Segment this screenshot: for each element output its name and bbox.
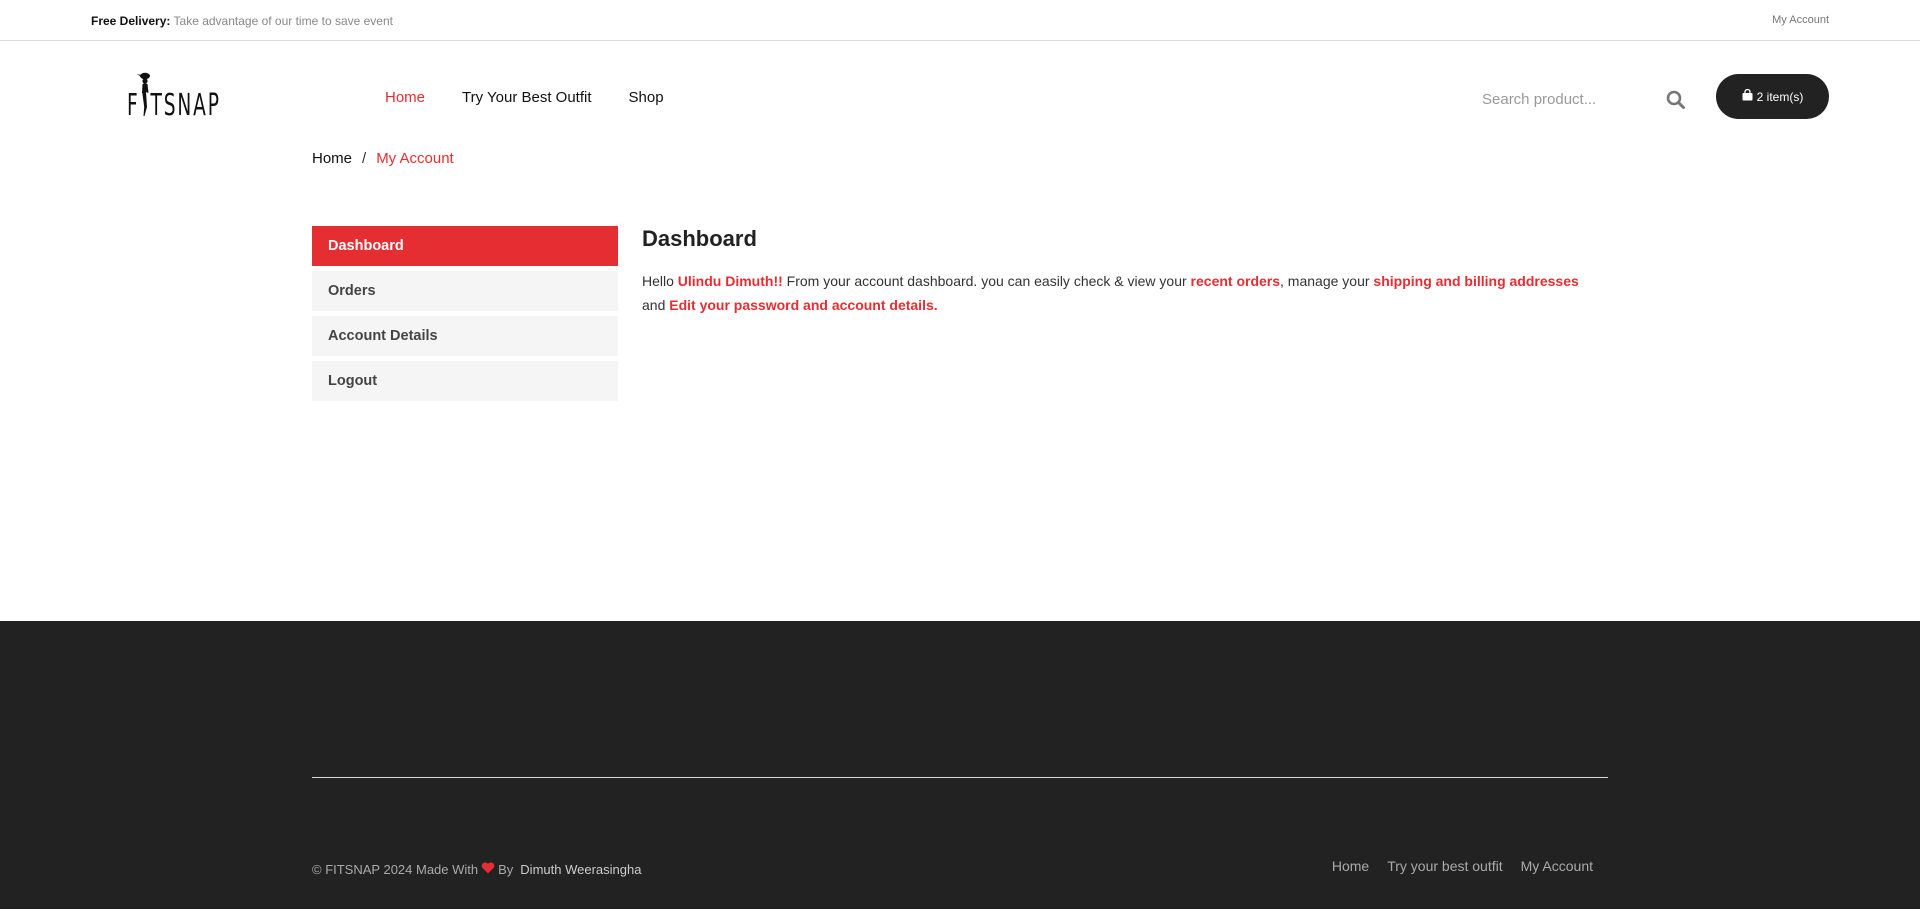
author-name: Dimuth Weerasingha <box>520 862 642 877</box>
sidebar-item-logout[interactable]: Logout <box>312 361 618 401</box>
dashboard-welcome-text: Hello Ulindu Dimuth!! From your account … <box>642 269 1592 317</box>
addresses-link[interactable]: shipping and billing addresses <box>1373 273 1578 289</box>
footer-link-home[interactable]: Home <box>1332 858 1369 874</box>
dashboard-panel: Dashboard Hello Ulindu Dimuth!! From you… <box>642 226 1592 317</box>
dashboard-text-2: , manage your <box>1280 273 1370 289</box>
cart-button[interactable]: 2 item(s) <box>1716 74 1829 119</box>
breadcrumb: Home / My Account <box>312 150 454 167</box>
nav-try-your-best-outfit[interactable]: Try Your Best Outfit <box>462 89 592 106</box>
footer-divider <box>312 777 1608 778</box>
fitsnap-logo[interactable]: F TSNAP <box>127 71 219 119</box>
by-text: By <box>498 862 514 877</box>
sidebar-item-account-details[interactable]: Account Details <box>312 316 618 356</box>
search-input[interactable] <box>1482 87 1652 111</box>
svg-text:TSNAP: TSNAP <box>150 87 219 119</box>
site-footer: © FITSNAP 2024 Made With By Dimuth Weera… <box>0 621 1920 909</box>
breadcrumb-separator: / <box>362 150 367 167</box>
breadcrumb-home[interactable]: Home <box>312 150 352 167</box>
site-header: F TSNAP Home Try Your Best Outfit Shop 2… <box>0 41 1920 151</box>
recent-orders-link[interactable]: recent orders <box>1191 273 1280 289</box>
search-box <box>1482 87 1692 113</box>
nav-home[interactable]: Home <box>385 89 425 106</box>
breadcrumb-current: My Account <box>376 150 454 167</box>
search-icon[interactable] <box>1665 89 1687 111</box>
footer-link-try-your-best-outfit[interactable]: Try your best outfit <box>1387 858 1502 874</box>
nav-shop[interactable]: Shop <box>629 89 664 106</box>
account-details-link[interactable]: Edit your password and account details. <box>669 297 937 313</box>
free-delivery-label: Free Delivery: <box>91 14 171 28</box>
page-title: Dashboard <box>642 226 757 251</box>
free-delivery-notice: Free Delivery: Take advantage of our tim… <box>91 14 393 28</box>
dashboard-text-1: From your account dashboard. you can eas… <box>786 273 1187 289</box>
sidebar-item-orders[interactable]: Orders <box>312 271 618 311</box>
logo-mark: F TSNAP <box>127 72 219 119</box>
heart-icon <box>481 862 495 877</box>
free-delivery-text: Take advantage of our time to save event <box>173 14 393 28</box>
user-name: Ulindu Dimuth!! <box>677 273 783 289</box>
cart-count-label: 2 item(s) <box>1756 89 1804 104</box>
account-sidebar: Dashboard Orders Account Details Logout <box>312 226 618 406</box>
main-nav: Home Try Your Best Outfit Shop <box>385 89 664 106</box>
copyright-text: © FITSNAP 2024 Made With <box>312 862 479 877</box>
shopping-bag-icon <box>1742 88 1753 104</box>
footer-copyright: © FITSNAP 2024 Made With By Dimuth Weera… <box>312 862 641 877</box>
svg-text:F: F <box>127 87 138 119</box>
top-bar: Free Delivery: Take advantage of our tim… <box>0 0 1920 41</box>
footer-links: Home Try your best outfit My Account <box>1332 858 1593 874</box>
sidebar-item-dashboard[interactable]: Dashboard <box>312 226 618 266</box>
hello-text: Hello <box>642 273 674 289</box>
dashboard-text-3: and <box>642 297 666 313</box>
top-my-account-link[interactable]: My Account <box>1772 14 1829 26</box>
footer-link-my-account[interactable]: My Account <box>1521 858 1593 874</box>
